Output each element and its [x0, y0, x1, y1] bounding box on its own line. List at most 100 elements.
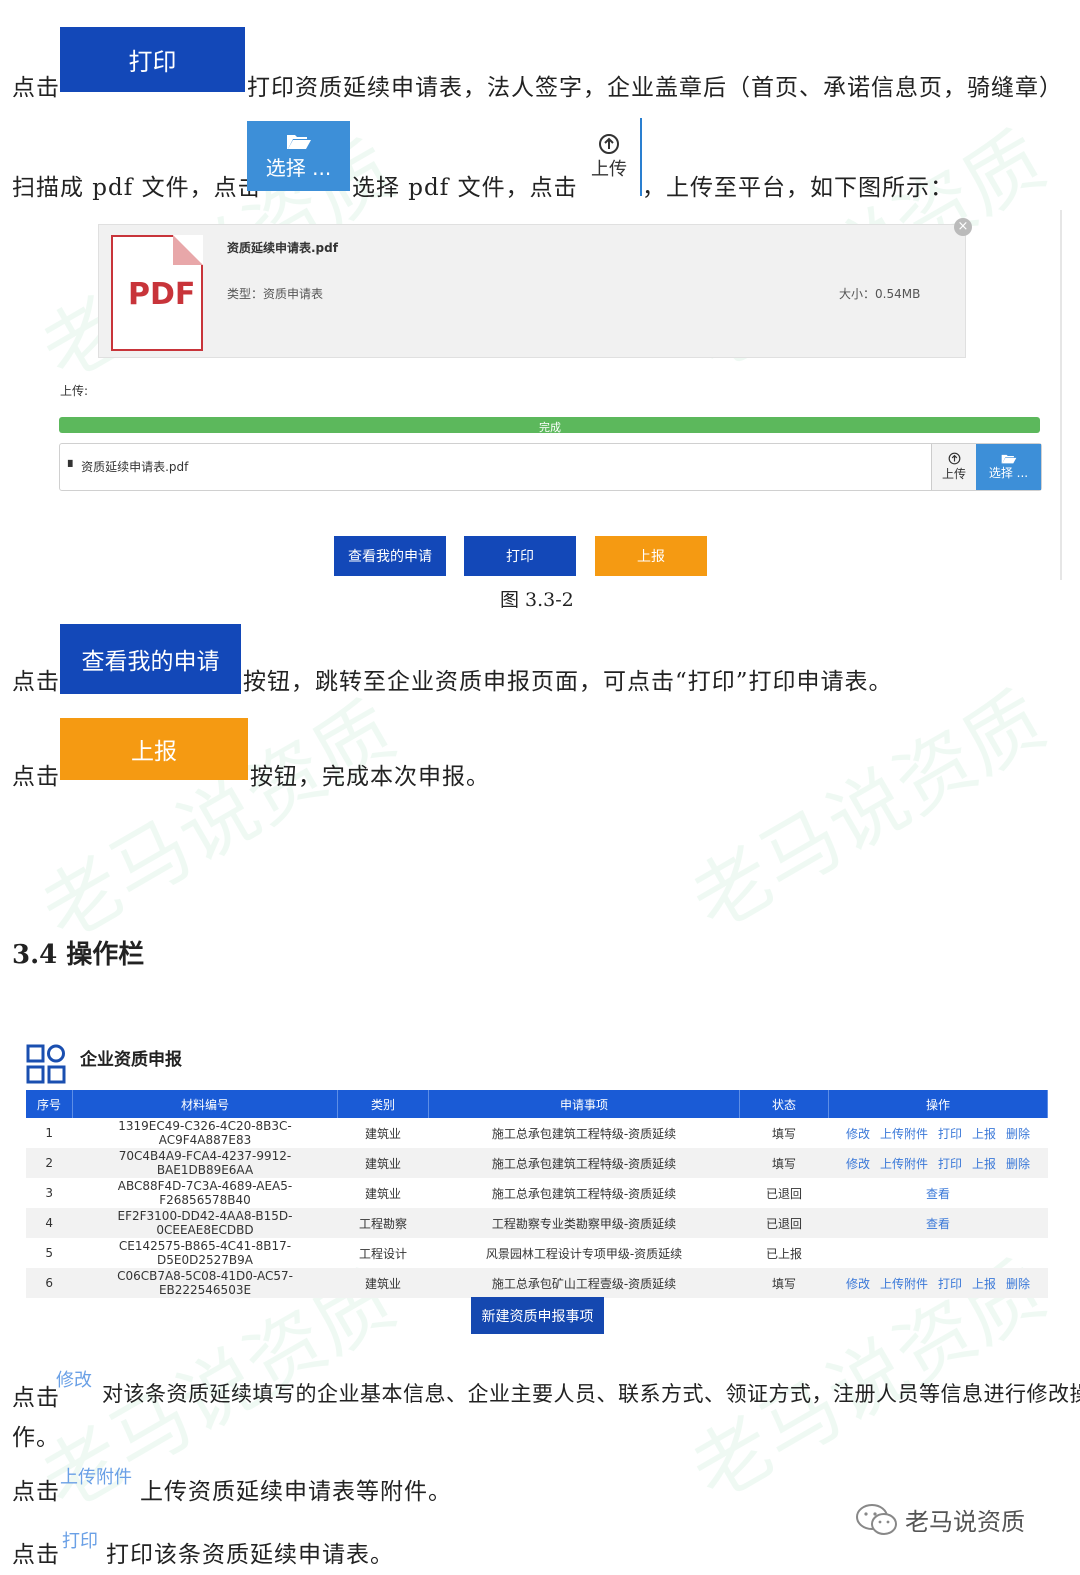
pdf-badge: PDF	[128, 277, 196, 312]
row-action-link[interactable]: 删除	[1006, 1127, 1030, 1141]
row-actions	[829, 1238, 1048, 1268]
upload-button-label: 上传	[941, 467, 966, 481]
print-button-label: 打印	[128, 48, 177, 76]
row-status: 填写	[739, 1268, 829, 1298]
header-category: 类别	[337, 1090, 429, 1118]
header-actions: 操作	[828, 1090, 1048, 1118]
view-my-application-inline-label: 查看我的申请	[81, 649, 220, 675]
intro-line2-text-a: 扫描成 pdf 文件，点击	[12, 175, 262, 201]
row-category: 工程勘察	[337, 1208, 429, 1238]
row-action-link[interactable]: 打印	[938, 1157, 962, 1171]
print-button-label: 打印	[506, 549, 534, 565]
remove-file-icon[interactable]: ×	[954, 218, 972, 236]
intro-click-label: 点击	[12, 75, 60, 101]
row-status: 已上报	[765, 1246, 802, 1261]
table-row: 5 CE142575-B865-4C41-8B17-D5E0D2527B9A 工程设…	[26, 1238, 1048, 1268]
desc4-click-label: 点击	[12, 1479, 60, 1505]
edit-link-inline: 修改	[56, 1370, 92, 1391]
print-button[interactable]: 打印	[464, 536, 576, 576]
file-input-text[interactable]: ▘ 资质延续申请表.pdf	[68, 458, 188, 475]
row-no: 1	[45, 1126, 54, 1140]
row-action-link[interactable]: 上报	[972, 1127, 996, 1141]
desc5-text: 打印该条资质延续申请表。	[106, 1542, 394, 1568]
row-category: 建筑业	[364, 1186, 401, 1201]
row-action-link[interactable]: 删除	[1006, 1157, 1030, 1171]
upload-arrow-icon	[948, 452, 960, 465]
figure-caption: 图 3.3-2	[500, 589, 574, 611]
desc1-text: 按钮，跳转至企业资质申报页面，可点击“打印”打印申请表。	[243, 669, 893, 695]
row-action-link[interactable]: 上传附件	[880, 1277, 928, 1291]
row-action-link[interactable]: 打印	[938, 1127, 962, 1141]
row-actions: 修改 上传附件 打印 上报 删除	[828, 1148, 1048, 1178]
panel-title: 企业资质申报	[80, 1050, 182, 1070]
intro-line2-text-c: ，上传至平台，如下图所示：	[642, 175, 954, 201]
desc3-text-2: 作。	[12, 1425, 60, 1451]
pdf-corner-fold	[173, 235, 203, 265]
upload-button[interactable]: 上传	[931, 444, 977, 490]
row-category: 建筑业	[337, 1148, 429, 1178]
watermark: 老马说资质	[677, 675, 1060, 949]
upload-progress-bar: 完成	[59, 417, 1040, 433]
desc4-text: 上传资质延续申请表等附件。	[140, 1479, 452, 1505]
table-row: 1 1319EC49-C326-4C20-8B3C-AC9F4A887E83 建筑业…	[26, 1118, 1048, 1148]
file-input-name: 资质延续申请表.pdf	[81, 460, 189, 474]
row-status: 已退回	[739, 1208, 829, 1238]
upload-progress-text: 完成	[539, 421, 561, 433]
watermark: 老马说资质	[27, 685, 410, 959]
row-item: 施工总承包矿山工程壹级-资质延续	[428, 1268, 740, 1298]
row-no: 4	[26, 1208, 73, 1238]
file-small-icon: ▘	[68, 460, 78, 474]
select-button[interactable]: 选择 ...	[976, 444, 1041, 490]
row-status: 已退回	[765, 1186, 802, 1201]
row-action-link[interactable]: 上传附件	[880, 1127, 928, 1141]
desc1-click-label: 点击	[12, 669, 60, 695]
pdf-file-icon: PDF	[111, 235, 203, 351]
submit-inline: 上报	[60, 718, 248, 780]
view-my-application-inline: 查看我的申请	[60, 624, 241, 694]
row-action-link[interactable]: 上传附件	[880, 1157, 928, 1171]
table-header-row: 序号 材料编号 类别 申请事项 状态 操作	[26, 1090, 1048, 1118]
desc2-text: 按钮，完成本次申报。	[250, 764, 490, 790]
table-row: 4 EF2F3100-DD42-4AA8-B15D-0CEEAE8ECDBD 工程勘…	[26, 1208, 1048, 1238]
row-actions: 修改 上传附件 打印 上报 删除	[829, 1118, 1048, 1148]
desc3-text: 对该条资质延续填写的企业基本信息、企业主要人员、联系方式、领证方式，注册人员等信…	[102, 1382, 1080, 1406]
row-no: 6	[26, 1268, 73, 1298]
select-button-label: 选择 ...	[988, 466, 1029, 480]
intro-line1-text: 打印资质延续申请表，法人签字，企业盖章后（首页、承诺信息页，骑缝章）	[247, 75, 1063, 101]
row-item: 施工总承包建筑工程特级-资质延续	[428, 1148, 740, 1178]
row-status: 填写	[739, 1148, 829, 1178]
row-code: ABC88F4D-7C3A-4689-AEA5-F26856578B40	[117, 1179, 293, 1207]
row-no: 3	[45, 1186, 54, 1200]
print-button-inline: 打印	[60, 27, 245, 92]
row-action-link[interactable]: 上报	[972, 1277, 996, 1291]
row-action-link[interactable]: 查看	[926, 1217, 950, 1231]
submit-inline-label: 上报	[131, 739, 177, 765]
file-type: 类型：资质申请表	[227, 287, 324, 301]
row-action-link[interactable]: 上报	[972, 1157, 996, 1171]
row-no: 5	[45, 1246, 54, 1260]
submit-button[interactable]: 上报	[595, 536, 707, 576]
submit-button-label: 上报	[637, 549, 665, 565]
figure-frame: PDF 资质延续申请表.pdf 类型：资质申请表 大小：0.54MB × 上传:…	[56, 210, 1062, 580]
file-name: 资质延续申请表.pdf	[227, 241, 338, 255]
row-action-link[interactable]: 修改	[846, 1127, 870, 1141]
upload-button-inline: 上传	[578, 118, 642, 196]
row-action-link[interactable]: 删除	[1006, 1277, 1030, 1291]
file-input-group: ▘ 资质延续申请表.pdf 上传 选择 ...	[59, 443, 1042, 491]
select-button-inline: 选择 ...	[247, 121, 350, 191]
view-my-application-label: 查看我的申请	[348, 549, 432, 565]
wechat-icon	[856, 1503, 897, 1535]
desc5-click-label: 点击	[12, 1542, 60, 1568]
new-application-button[interactable]: 新建资质申报事项	[471, 1297, 604, 1334]
view-my-application-button[interactable]: 查看我的申请	[334, 536, 446, 576]
row-action-link[interactable]: 打印	[938, 1277, 962, 1291]
table-row: 2 70C4B4A9-FCA4-4237-9912-BAE1DB89E6AA 建筑业…	[26, 1148, 1048, 1178]
row-action-link[interactable]: 查看	[926, 1187, 950, 1201]
folder-open-icon	[1001, 454, 1016, 464]
row-action-link[interactable]: 修改	[846, 1157, 870, 1171]
desc2-click-label: 点击	[12, 764, 60, 790]
row-no: 2	[26, 1148, 73, 1178]
row-action-link[interactable]: 修改	[846, 1277, 870, 1291]
desc3-click-label: 点击	[12, 1385, 60, 1411]
row-code: EF2F3100-DD42-4AA8-B15D-0CEEAE8ECDBD	[72, 1208, 338, 1238]
